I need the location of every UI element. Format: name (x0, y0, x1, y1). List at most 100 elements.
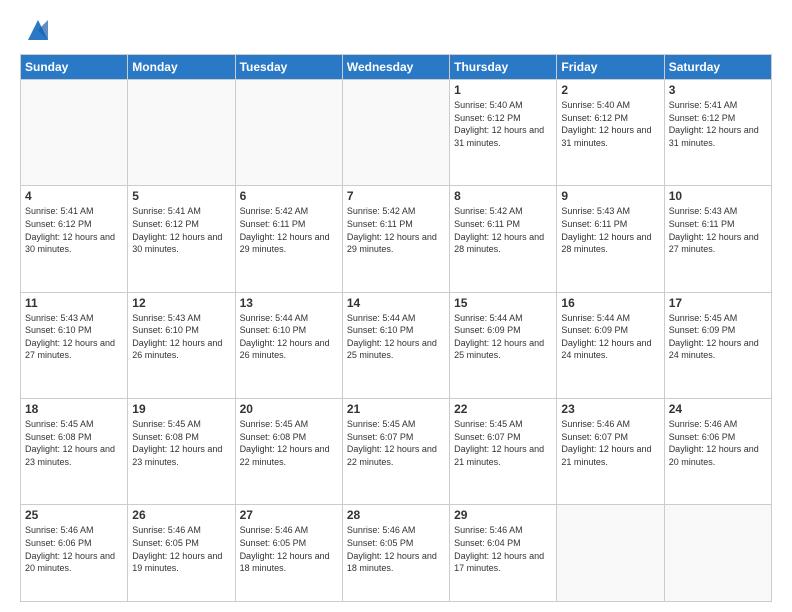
day-number: 5 (132, 189, 230, 203)
logo-icon (24, 16, 52, 44)
table-row: 14 Sunrise: 5:44 AM Sunset: 6:10 PM Dayli… (342, 292, 449, 398)
col-sunday: Sunday (21, 55, 128, 80)
day-number: 13 (240, 296, 338, 310)
table-row: 2 Sunrise: 5:40 AM Sunset: 6:12 PM Daylig… (557, 80, 664, 186)
table-row: 16 Sunrise: 5:44 AM Sunset: 6:09 PM Dayli… (557, 292, 664, 398)
day-number: 23 (561, 402, 659, 416)
day-info: Sunrise: 5:41 AM Sunset: 6:12 PM Dayligh… (132, 205, 230, 255)
table-row: 26 Sunrise: 5:46 AM Sunset: 6:05 PM Dayli… (128, 505, 235, 602)
day-info: Sunrise: 5:43 AM Sunset: 6:10 PM Dayligh… (132, 312, 230, 362)
table-row: 18 Sunrise: 5:45 AM Sunset: 6:08 PM Dayli… (21, 398, 128, 504)
col-friday: Friday (557, 55, 664, 80)
day-number: 25 (25, 508, 123, 522)
day-number: 6 (240, 189, 338, 203)
table-row (128, 80, 235, 186)
day-info: Sunrise: 5:44 AM Sunset: 6:10 PM Dayligh… (240, 312, 338, 362)
day-info: Sunrise: 5:44 AM Sunset: 6:09 PM Dayligh… (561, 312, 659, 362)
day-info: Sunrise: 5:46 AM Sunset: 6:04 PM Dayligh… (454, 524, 552, 574)
table-row: 25 Sunrise: 5:46 AM Sunset: 6:06 PM Dayli… (21, 505, 128, 602)
table-row: 27Sunrise: 5:46 AM Sunset: 6:05 PM Dayli… (235, 505, 342, 602)
table-row: 20Sunrise: 5:45 AM Sunset: 6:08 PM Dayli… (235, 398, 342, 504)
table-row: 6Sunrise: 5:42 AM Sunset: 6:11 PM Daylig… (235, 186, 342, 292)
day-info: Sunrise: 5:46 AM Sunset: 6:06 PM Dayligh… (25, 524, 123, 574)
day-number: 18 (25, 402, 123, 416)
day-number: 8 (454, 189, 552, 203)
day-info: Sunrise: 5:46 AM Sunset: 6:07 PM Dayligh… (561, 418, 659, 468)
table-row: 7 Sunrise: 5:42 AM Sunset: 6:11 PM Daylig… (342, 186, 449, 292)
table-row (235, 80, 342, 186)
day-number: 2 (561, 83, 659, 97)
table-row: 9 Sunrise: 5:43 AM Sunset: 6:11 PM Daylig… (557, 186, 664, 292)
day-number: 1 (454, 83, 552, 97)
day-info: Sunrise: 5:43 AM Sunset: 6:11 PM Dayligh… (561, 205, 659, 255)
day-info: Sunrise: 5:46 AM Sunset: 6:05 PM Dayligh… (132, 524, 230, 574)
day-number: 12 (132, 296, 230, 310)
day-info: Sunrise: 5:44 AM Sunset: 6:10 PM Dayligh… (347, 312, 445, 362)
day-info: Sunrise: 5:45 AM Sunset: 6:08 PM Dayligh… (132, 418, 230, 468)
day-info: Sunrise: 5:45 AM Sunset: 6:09 PM Dayligh… (669, 312, 767, 362)
day-number: 24 (669, 402, 767, 416)
day-number: 17 (669, 296, 767, 310)
day-info: Sunrise: 5:41 AM Sunset: 6:12 PM Dayligh… (669, 99, 767, 149)
table-row: 10 Sunrise: 5:43 AM Sunset: 6:11 PM Dayli… (664, 186, 771, 292)
table-row: 5 Sunrise: 5:41 AM Sunset: 6:12 PM Daylig… (128, 186, 235, 292)
table-row: 19 Sunrise: 5:45 AM Sunset: 6:08 PM Dayli… (128, 398, 235, 504)
table-row: 28 Sunrise: 5:46 AM Sunset: 6:05 PM Dayli… (342, 505, 449, 602)
calendar-table: Sunday Monday Tuesday Wednesday Thursday… (20, 54, 772, 602)
day-number: 29 (454, 508, 552, 522)
col-saturday: Saturday (664, 55, 771, 80)
table-row: 21 Sunrise: 5:45 AM Sunset: 6:07 PM Dayli… (342, 398, 449, 504)
day-number: 22 (454, 402, 552, 416)
table-row: 22 Sunrise: 5:45 AM Sunset: 6:07 PM Dayli… (450, 398, 557, 504)
calendar-header-row: Sunday Monday Tuesday Wednesday Thursday… (21, 55, 772, 80)
logo (20, 16, 52, 44)
day-info: Sunrise: 5:45 AM Sunset: 6:08 PM Dayligh… (240, 418, 338, 468)
table-row: 24 Sunrise: 5:46 AM Sunset: 6:06 PM Dayli… (664, 398, 771, 504)
table-row: 8Sunrise: 5:42 AM Sunset: 6:11 PM Daylig… (450, 186, 557, 292)
day-number: 19 (132, 402, 230, 416)
day-info: Sunrise: 5:46 AM Sunset: 6:06 PM Dayligh… (669, 418, 767, 468)
day-info: Sunrise: 5:45 AM Sunset: 6:08 PM Dayligh… (25, 418, 123, 468)
day-number: 9 (561, 189, 659, 203)
col-monday: Monday (128, 55, 235, 80)
day-number: 7 (347, 189, 445, 203)
day-info: Sunrise: 5:42 AM Sunset: 6:11 PM Dayligh… (347, 205, 445, 255)
day-info: Sunrise: 5:41 AM Sunset: 6:12 PM Dayligh… (25, 205, 123, 255)
day-number: 4 (25, 189, 123, 203)
day-info: Sunrise: 5:43 AM Sunset: 6:10 PM Dayligh… (25, 312, 123, 362)
table-row: 4 Sunrise: 5:41 AM Sunset: 6:12 PM Daylig… (21, 186, 128, 292)
table-row: 11 Sunrise: 5:43 AM Sunset: 6:10 PM Dayli… (21, 292, 128, 398)
day-number: 11 (25, 296, 123, 310)
day-number: 3 (669, 83, 767, 97)
header (20, 16, 772, 44)
table-row (664, 505, 771, 602)
page: Sunday Monday Tuesday Wednesday Thursday… (0, 0, 792, 612)
day-info: Sunrise: 5:44 AM Sunset: 6:09 PM Dayligh… (454, 312, 552, 362)
day-number: 26 (132, 508, 230, 522)
day-number: 10 (669, 189, 767, 203)
table-row: 29 Sunrise: 5:46 AM Sunset: 6:04 PM Dayli… (450, 505, 557, 602)
table-row (21, 80, 128, 186)
day-info: Sunrise: 5:45 AM Sunset: 6:07 PM Dayligh… (454, 418, 552, 468)
day-number: 14 (347, 296, 445, 310)
table-row (342, 80, 449, 186)
table-row: 3 Sunrise: 5:41 AM Sunset: 6:12 PM Daylig… (664, 80, 771, 186)
day-number: 21 (347, 402, 445, 416)
col-wednesday: Wednesday (342, 55, 449, 80)
table-row: 23 Sunrise: 5:46 AM Sunset: 6:07 PM Dayli… (557, 398, 664, 504)
day-info: Sunrise: 5:46 AM Sunset: 6:05 PM Dayligh… (240, 524, 338, 574)
table-row: 12 Sunrise: 5:43 AM Sunset: 6:10 PM Dayli… (128, 292, 235, 398)
day-number: 28 (347, 508, 445, 522)
day-info: Sunrise: 5:43 AM Sunset: 6:11 PM Dayligh… (669, 205, 767, 255)
table-row: 15 Sunrise: 5:44 AM Sunset: 6:09 PM Dayli… (450, 292, 557, 398)
col-tuesday: Tuesday (235, 55, 342, 80)
day-info: Sunrise: 5:46 AM Sunset: 6:05 PM Dayligh… (347, 524, 445, 574)
col-thursday: Thursday (450, 55, 557, 80)
day-number: 15 (454, 296, 552, 310)
day-info: Sunrise: 5:40 AM Sunset: 6:12 PM Dayligh… (561, 99, 659, 149)
day-info: Sunrise: 5:40 AM Sunset: 6:12 PM Dayligh… (454, 99, 552, 149)
day-info: Sunrise: 5:45 AM Sunset: 6:07 PM Dayligh… (347, 418, 445, 468)
table-row: 17 Sunrise: 5:45 AM Sunset: 6:09 PM Dayli… (664, 292, 771, 398)
table-row: 13 Sunrise: 5:44 AM Sunset: 6:10 PM Dayli… (235, 292, 342, 398)
day-number: 16 (561, 296, 659, 310)
